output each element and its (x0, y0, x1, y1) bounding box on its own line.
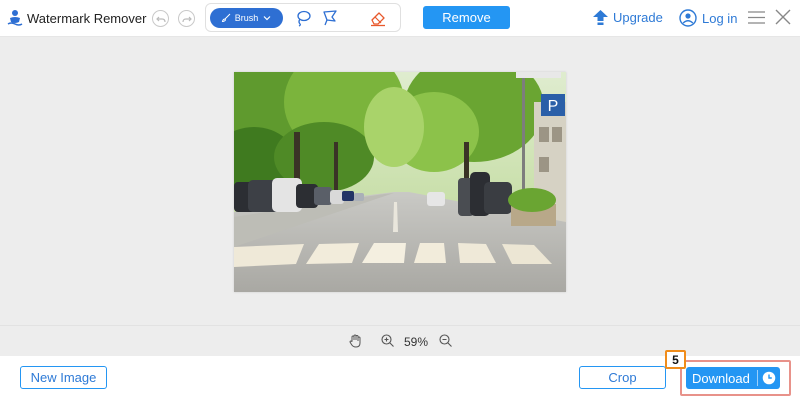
brush-tool-button[interactable]: Brush (210, 8, 283, 28)
download-separator (757, 370, 758, 386)
app-title: Watermark Remover (27, 10, 147, 26)
upgrade-link[interactable]: Upgrade (592, 9, 663, 26)
download-button[interactable]: Download (686, 367, 780, 389)
redo-button[interactable] (178, 10, 195, 27)
hand-pan-icon[interactable] (349, 334, 362, 348)
zoom-in-icon[interactable] (381, 334, 394, 347)
remove-button[interactable]: Remove (423, 6, 510, 29)
new-image-button[interactable]: New Image (20, 366, 107, 389)
brush-icon (221, 13, 231, 23)
hamburger-menu-icon[interactable] (748, 10, 765, 25)
street-photo-image: P (234, 72, 566, 292)
undo-button[interactable] (152, 10, 169, 27)
polygonal-lasso-tool-icon[interactable] (321, 9, 339, 27)
edited-photo[interactable]: P (234, 72, 566, 292)
editing-canvas[interactable]: P (0, 37, 800, 325)
zoom-level-text: 59% (404, 335, 429, 349)
watermark-remover-app: Watermark Remover Brush Remove Upgrade L… (0, 0, 800, 399)
zoom-out-icon[interactable] (439, 334, 452, 347)
top-toolbar: Watermark Remover Brush Remove Upgrade L… (0, 0, 800, 37)
upgrade-arrow-icon (593, 10, 608, 25)
upgrade-label: Upgrade (613, 10, 663, 25)
clock-icon[interactable] (762, 371, 776, 385)
app-brand: Watermark Remover (7, 9, 146, 27)
step-number-badge: 5 (665, 350, 686, 369)
download-label: Download (692, 370, 750, 386)
undo-icon (155, 16, 166, 22)
chevron-down-icon (263, 16, 271, 21)
brush-tool-label: Brush (234, 13, 259, 23)
app-logo-icon (7, 10, 23, 26)
user-avatar-icon (679, 9, 697, 27)
redo-icon (181, 16, 192, 22)
download-highlight-box: Download (680, 360, 791, 396)
eraser-tool-icon[interactable] (369, 9, 387, 27)
svg-text:P: P (548, 98, 559, 115)
selection-tool-group: Brush (205, 3, 401, 32)
lasso-tool-icon[interactable] (294, 9, 312, 27)
crop-button[interactable]: Crop (579, 366, 666, 389)
close-icon[interactable] (775, 9, 791, 25)
login-label: Log in (702, 10, 738, 26)
login-link[interactable]: Log in (679, 9, 737, 27)
